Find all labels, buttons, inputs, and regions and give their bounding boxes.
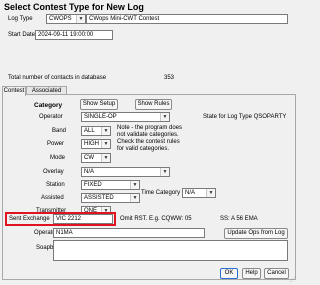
mode-label: Mode xyxy=(50,155,66,161)
assisted-label: Assisted xyxy=(41,195,64,201)
contacts-label: Total number of contacts in database xyxy=(8,75,107,81)
band-select[interactable]: ALL ▼ xyxy=(81,126,111,136)
sent-exchange-hint: Omit RST. E.g. CQWW: 05 xyxy=(120,216,192,222)
operator-value: SINGLE-OP xyxy=(84,114,117,120)
note-line-1: Note - the program does xyxy=(117,125,183,131)
contacts-count: 353 xyxy=(164,75,175,81)
chevron-down-icon: ▼ xyxy=(101,154,110,162)
operator-select[interactable]: SINGLE-OP ▼ xyxy=(81,112,170,122)
show-rules-button[interactable]: Show Rules xyxy=(135,99,172,110)
overlay-value: N/A xyxy=(84,169,95,175)
state-text: State for Log Type QSOPARTY xyxy=(203,114,287,120)
sent-exchange-label: Sent Exchange xyxy=(9,216,50,222)
update-ops-button[interactable]: Update Ops from Log xyxy=(224,228,288,239)
start-date-input[interactable]: 2024-09-11 19:00:00 xyxy=(35,30,113,40)
operator-label: Operator xyxy=(39,114,63,120)
dialog-title: Select Contest Type for New Log xyxy=(4,2,144,12)
power-select[interactable]: HIGH ▼ xyxy=(81,139,111,149)
power-value: HIGH xyxy=(84,141,99,147)
operators-input[interactable]: N1MA xyxy=(53,228,205,238)
help-button[interactable]: Help xyxy=(242,268,261,279)
band-label: Band xyxy=(52,128,67,134)
note-line-2: not validate categories. xyxy=(117,132,179,138)
resize-grip-icon[interactable]: ⋰ xyxy=(290,276,296,283)
cancel-button[interactable]: Cancel xyxy=(264,268,289,279)
log-type-label: Log Type xyxy=(8,16,33,22)
mode-select[interactable]: CW ▼ xyxy=(81,153,111,163)
tab-contest[interactable]: Contest xyxy=(2,86,26,96)
note-line-3: Check the contest rules xyxy=(117,139,180,145)
chevron-down-icon: ▼ xyxy=(206,189,215,197)
sent-exchange-input[interactable]: VIC 2212 xyxy=(53,214,113,224)
chevron-down-icon: ▼ xyxy=(101,127,110,135)
time-category-value: N/A xyxy=(185,190,196,196)
time-category-label: Time Category xyxy=(141,190,181,196)
time-category-select[interactable]: N/A ▼ xyxy=(182,188,216,198)
log-type-select[interactable]: CWOPS ▼ xyxy=(46,14,86,24)
chevron-down-icon: ▼ xyxy=(160,168,169,176)
station-select[interactable]: FIXED ▼ xyxy=(81,180,140,190)
mode-value: CW xyxy=(84,155,94,161)
assisted-value: ASSISTED xyxy=(84,195,114,201)
power-label: Power xyxy=(47,141,65,147)
chevron-down-icon: ▼ xyxy=(130,181,139,189)
category-note: Note - the program does not validate cat… xyxy=(117,125,182,153)
overlay-label: Overlay xyxy=(43,169,64,175)
category-heading: Category xyxy=(34,102,63,109)
note-line-4: for valid categories. xyxy=(117,146,170,152)
overlay-select[interactable]: N/A ▼ xyxy=(81,167,170,177)
station-value: FIXED xyxy=(84,182,102,188)
station-label: Station xyxy=(46,182,65,188)
log-type-description: CWops Mini-CWT Contest xyxy=(86,14,288,24)
show-setup-button[interactable]: Show Setup xyxy=(80,99,118,110)
sent-exchange-hint-2: SS: A 56 EMA xyxy=(220,216,258,222)
ok-button[interactable]: OK xyxy=(220,268,238,279)
chevron-down-icon: ▼ xyxy=(160,113,169,121)
assisted-select[interactable]: ASSISTED ▼ xyxy=(81,193,140,203)
band-value: ALL xyxy=(84,128,95,134)
chevron-down-icon: ▼ xyxy=(130,194,139,202)
chevron-down-icon: ▼ xyxy=(101,140,110,148)
chevron-down-icon: ▼ xyxy=(76,15,85,23)
soapbox-textarea[interactable] xyxy=(53,240,288,261)
log-type-value: CWOPS xyxy=(49,16,72,22)
start-date-label: Start Date xyxy=(8,32,36,38)
